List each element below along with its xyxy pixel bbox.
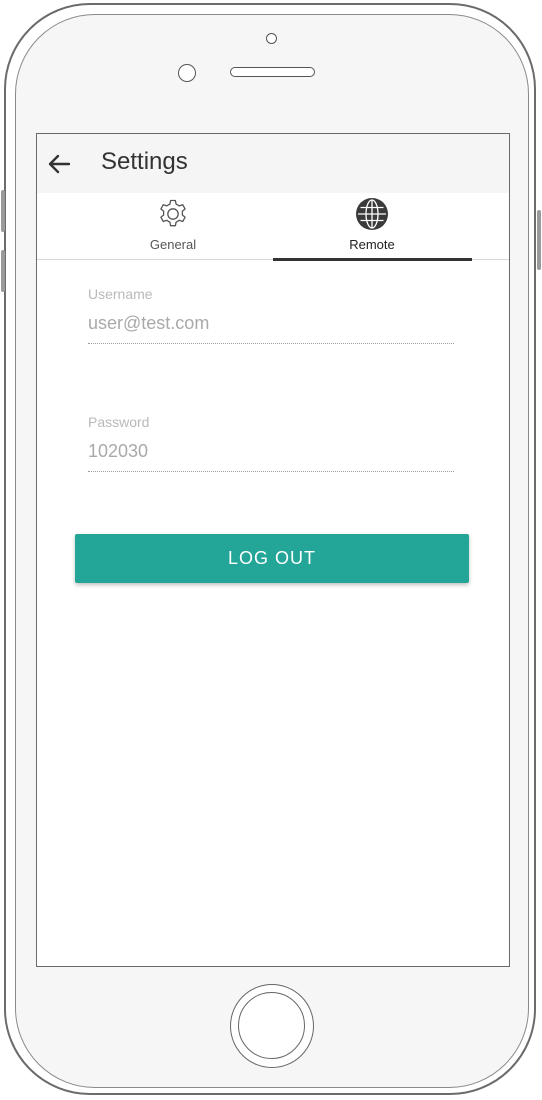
password-label: Password [88,414,150,430]
app-screen: Settings General Remote Username user@te… [36,133,510,967]
proximity-sensor [266,33,277,44]
tab-bar: General Remote [37,193,509,260]
logout-button[interactable]: LOG OUT [75,534,469,583]
home-button[interactable] [230,984,314,1068]
gear-icon [160,199,186,227]
power-button [537,210,541,270]
app-bar: Settings [37,134,509,193]
page-title: Settings [101,148,188,175]
back-button[interactable] [41,146,77,182]
username-label: Username [88,286,153,302]
username-input[interactable]: user@test.com [88,311,454,344]
password-input[interactable]: 102030 [88,439,454,472]
volume-up-button [1,190,5,232]
earpiece-speaker [230,67,315,77]
tab-general[interactable]: General [73,193,273,260]
password-field[interactable]: Password 102030 [88,413,454,472]
front-camera [178,64,196,82]
tab-general-label: General [149,237,197,252]
home-button-ring [238,992,305,1059]
tab-remote[interactable]: Remote [272,193,472,260]
username-field[interactable]: Username user@test.com [88,285,454,344]
tab-remote-label: Remote [349,237,395,252]
globe-icon [356,198,388,230]
active-tab-indicator [273,258,472,261]
volume-down-button [1,250,5,292]
arrow-left-icon [48,154,71,174]
